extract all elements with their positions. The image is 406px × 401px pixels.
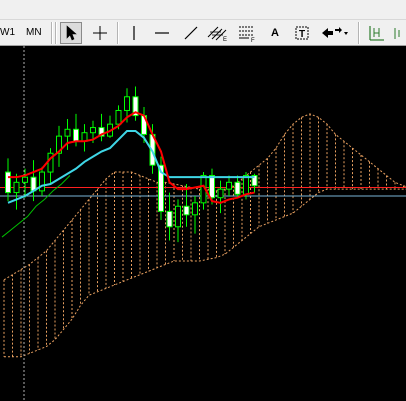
candle-body (243, 174, 249, 195)
candle-body (192, 202, 198, 216)
candle-body (13, 181, 20, 194)
candle-body (64, 128, 71, 137)
chart-area[interactable] (0, 46, 406, 401)
trendline-icon[interactable] (180, 22, 202, 44)
chart-toolbar: W1 MN E F A T (0, 0, 406, 46)
candle-body (90, 127, 96, 134)
cursor-arrow-icon[interactable] (60, 22, 82, 44)
timeframe-w1-button[interactable]: W1 (0, 24, 15, 42)
candle-body (175, 205, 181, 228)
candle-body (234, 181, 241, 195)
crosshair-icon[interactable] (89, 22, 111, 44)
text-box-icon[interactable]: T (291, 22, 313, 44)
vertical-line-icon[interactable] (123, 22, 145, 44)
svg-text:F: F (251, 38, 255, 42)
period-separators-icon[interactable] (366, 22, 388, 44)
svg-text:E: E (223, 37, 227, 42)
candle-body (209, 174, 215, 199)
svg-text:T: T (299, 29, 305, 40)
toolbar-separator (117, 22, 119, 44)
candle-body (183, 205, 190, 216)
toolbar-separator (358, 22, 360, 44)
candle-body (115, 109, 122, 125)
toolbar-top-strip (0, 0, 406, 20)
candle-body (217, 188, 224, 199)
candle-body (166, 210, 173, 228)
cloud-span-b (4, 188, 406, 358)
candle-body (73, 128, 79, 142)
candle-body (5, 171, 11, 194)
price-chart (0, 46, 406, 401)
candle-body (22, 176, 28, 183)
fibonacci-retracement-icon[interactable]: F (236, 22, 258, 44)
toolbar-separator (55, 22, 57, 44)
horizontal-line-icon[interactable] (151, 22, 173, 44)
text-tool-label: A (271, 27, 279, 39)
timeframe-mn-button[interactable]: MN (26, 24, 42, 42)
toolbar-separator (51, 22, 53, 44)
candle-body (226, 181, 232, 190)
toolbar-more-icon[interactable] (392, 22, 406, 44)
text-label-icon[interactable]: A (264, 22, 286, 44)
equidistant-channel-icon[interactable]: E (207, 22, 229, 44)
candle-body (124, 96, 130, 111)
candle-body (39, 171, 45, 192)
arrows-menu-icon[interactable] (318, 22, 350, 44)
